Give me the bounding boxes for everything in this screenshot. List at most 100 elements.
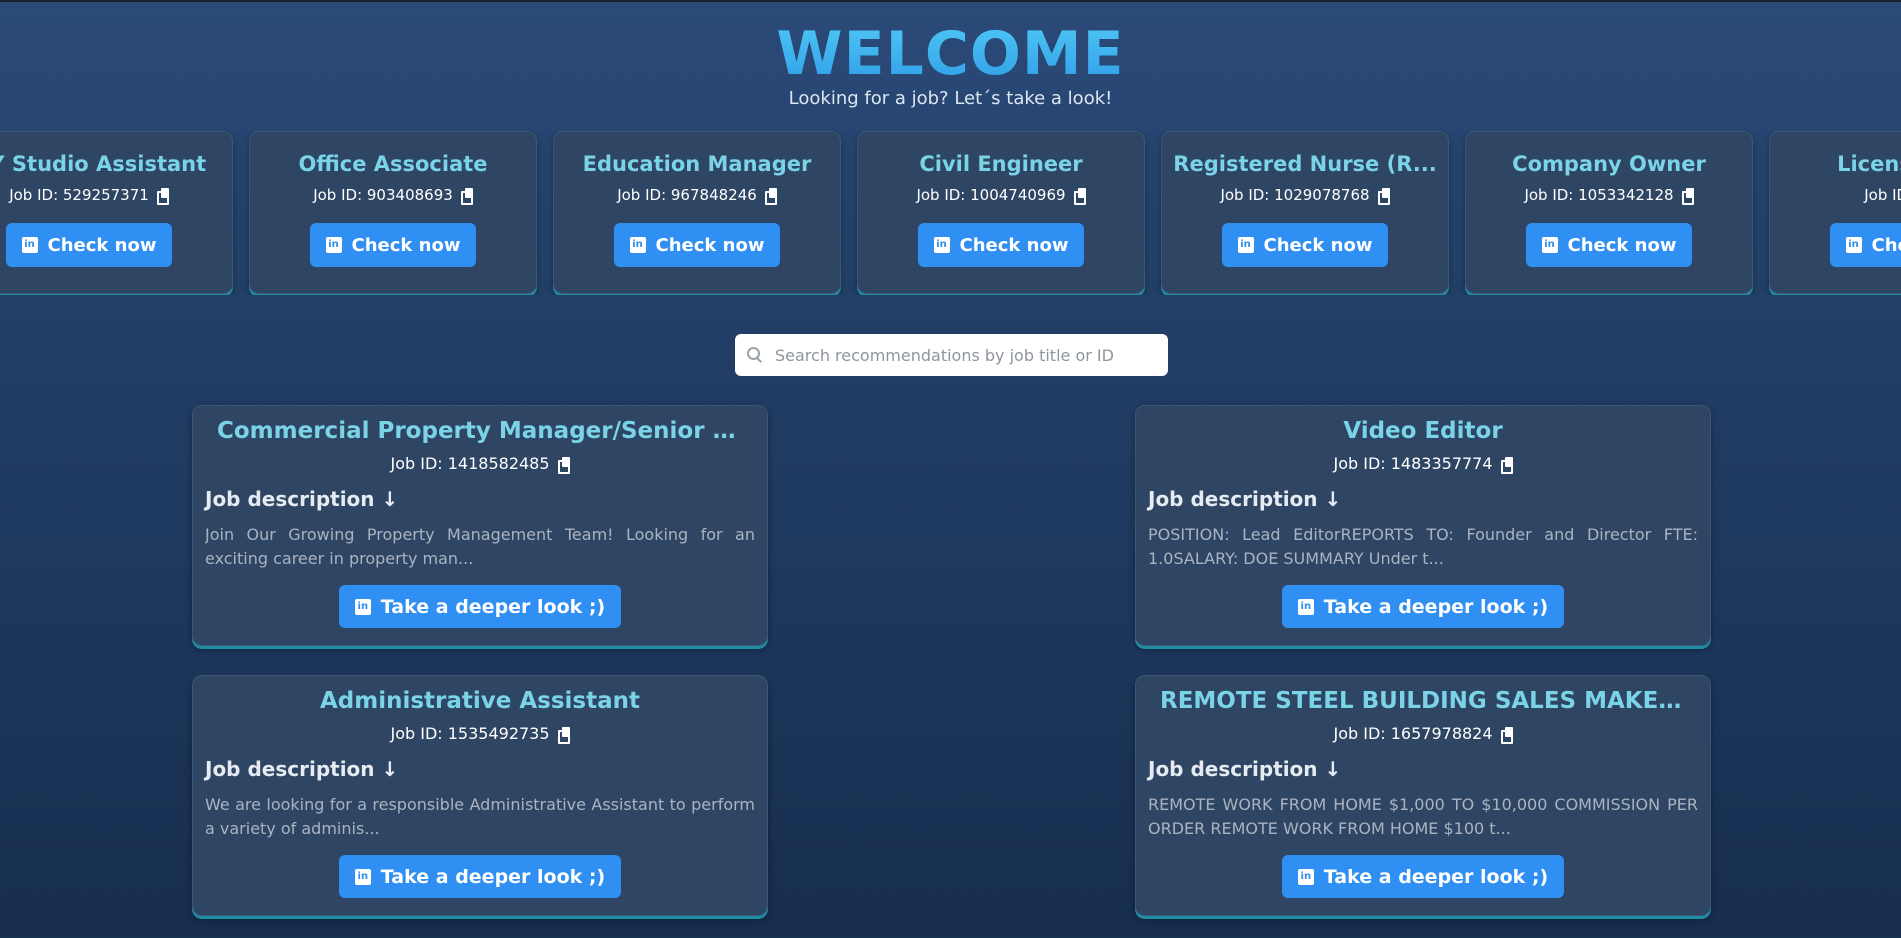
- check-now-label: Check now: [1263, 234, 1373, 256]
- recommendation-title: Administrative Assistant: [319, 688, 641, 714]
- copy-icon[interactable]: [1500, 456, 1513, 474]
- linkedin-icon: in: [325, 237, 342, 253]
- copy-icon[interactable]: [557, 726, 570, 744]
- deeper-look-label: Take a deeper look ;): [1323, 865, 1549, 888]
- job-description-text: Join Our Growing Property Management Tea…: [205, 525, 755, 568]
- carousel-card-title: Civil Engineer: [919, 152, 1083, 176]
- deeper-look-label: Take a deeper look ;): [380, 595, 606, 618]
- check-now-button[interactable]: in Check now: [5, 223, 173, 267]
- copy-icon[interactable]: [156, 188, 169, 205]
- check-now-button[interactable]: in Check now: [309, 223, 477, 267]
- job-description-heading: Job description ↓: [205, 757, 399, 781]
- check-now-label: Check now: [351, 234, 461, 256]
- job-id-text: Job ID: 529257371: [9, 186, 149, 204]
- carousel-card: Education Manager Job ID: 967848246 in Ch…: [553, 131, 841, 294]
- linkedin-icon: in: [1297, 868, 1314, 885]
- job-description-text: POSITION: Lead EditorREPORTS TO: Founder…: [1148, 525, 1698, 568]
- carousel-card-title: Office Associate: [298, 152, 488, 176]
- recommendation-card: REMOTE STEEL BUILDING SALES MAKE $1,0...…: [1135, 675, 1711, 916]
- copy-icon[interactable]: [1073, 188, 1086, 205]
- carousel-card-title: Company Owner: [1512, 152, 1706, 176]
- recommendation-card: Commercial Property Manager/Senior Pr...…: [192, 405, 768, 646]
- copy-icon[interactable]: [557, 456, 570, 474]
- job-description-heading: Job description ↓: [205, 487, 399, 511]
- page-header: WELCOME Looking for a job? Let´s take a …: [0, 2, 1901, 109]
- linkedin-icon: in: [21, 237, 38, 253]
- copy-icon[interactable]: [1681, 188, 1694, 205]
- carousel-card-title: Licensed R...: [1837, 152, 1901, 176]
- carousel-card: Civil Engineer Job ID: 1004740969 in Chec…: [857, 131, 1145, 294]
- carousel-card-title: Education Manager: [582, 152, 812, 176]
- deeper-look-label: Take a deeper look ;): [1323, 595, 1549, 618]
- check-now-label: Check now: [1567, 234, 1677, 256]
- check-now-button[interactable]: in Check now: [1221, 223, 1389, 267]
- carousel-card: Company Owner Job ID: 1053342128 in Check…: [1465, 131, 1753, 294]
- search-icon: [747, 347, 763, 363]
- recommendation-title: Commercial Property Manager/Senior Pr...: [217, 418, 755, 444]
- job-id-text: Job ID: 8...: [1864, 186, 1901, 204]
- job-description-heading: Job description ↓: [1148, 487, 1342, 511]
- recommendation-job-id: Job ID: 1535492735: [205, 724, 755, 744]
- recommendation-job-id: Job ID: 1418582485: [205, 454, 755, 474]
- carousel-card-job-id: Job ID: 1004740969: [858, 186, 1144, 205]
- deeper-look-button[interactable]: in Take a deeper look ;): [1281, 855, 1565, 898]
- linkedin-icon: in: [1237, 237, 1254, 253]
- deeper-look-button[interactable]: in Take a deeper look ;): [1281, 585, 1565, 628]
- check-now-button[interactable]: in Check now: [1829, 223, 1901, 267]
- carousel-card-job-id: Job ID: 903408693: [250, 186, 536, 205]
- search-input[interactable]: [775, 335, 1168, 375]
- copy-icon[interactable]: [1377, 188, 1390, 205]
- linkedin-icon: in: [1297, 598, 1314, 615]
- carousel-card-job-id: Job ID: 8...: [1770, 186, 1901, 204]
- job-id-text: Job ID: 1535492735: [390, 724, 550, 743]
- job-id-text: Job ID: 1418582485: [390, 454, 550, 473]
- job-id-text: Job ID: 1004740969: [916, 186, 1066, 204]
- job-id-text: Job ID: 1053342128: [1524, 186, 1674, 204]
- check-now-button[interactable]: in Check now: [1525, 223, 1693, 267]
- recommendation-card: Video Editor Job ID: 1483357774 Job desc…: [1135, 405, 1711, 646]
- carousel-card-job-id: Job ID: 967848246: [554, 186, 840, 205]
- check-now-label: Check now: [47, 234, 157, 256]
- recommendation-card: Administrative Assistant Job ID: 1535492…: [192, 675, 768, 916]
- recommendation-job-id: Job ID: 1483357774: [1148, 454, 1698, 474]
- job-id-text: Job ID: 967848246: [617, 186, 757, 204]
- check-now-label: Check now: [655, 234, 765, 256]
- carousel-card-job-id: Job ID: 1029078768: [1162, 186, 1448, 205]
- linkedin-icon: in: [354, 868, 371, 885]
- recommendation-title: REMOTE STEEL BUILDING SALES MAKE $1,0...: [1160, 688, 1698, 714]
- copy-icon[interactable]: [460, 188, 473, 205]
- carousel-card-title: Registered Nurse (R...: [1173, 152, 1437, 176]
- job-description-text: REMOTE WORK FROM HOME $1,000 TO $10,000 …: [1148, 795, 1698, 838]
- deeper-look-label: Take a deeper look ;): [380, 865, 606, 888]
- linkedin-icon: in: [933, 237, 950, 253]
- recommendation-title: Video Editor: [1343, 418, 1503, 444]
- check-now-button[interactable]: in Check now: [917, 223, 1085, 267]
- check-now-label: Check now: [1871, 234, 1901, 256]
- carousel-card-job-id: Job ID: 1053342128: [1466, 186, 1752, 205]
- job-carousel[interactable]: NY Studio Assistant Job ID: 529257371 in…: [0, 131, 1901, 295]
- job-id-text: Job ID: 1029078768: [1220, 186, 1370, 204]
- deeper-look-button[interactable]: in Take a deeper look ;): [338, 855, 622, 898]
- carousel-card-title: NY Studio Assistant: [0, 152, 207, 176]
- carousel-card: Registered Nurse (R... Job ID: 102907876…: [1161, 131, 1449, 294]
- check-now-label: Check now: [959, 234, 1069, 256]
- carousel-card: Office Associate Job ID: 903408693 in Che…: [249, 131, 537, 294]
- copy-icon[interactable]: [1500, 726, 1513, 744]
- deeper-look-button[interactable]: in Take a deeper look ;): [338, 585, 622, 628]
- carousel-card: NY Studio Assistant Job ID: 529257371 in…: [0, 131, 233, 294]
- job-description-heading: Job description ↓: [1148, 757, 1342, 781]
- linkedin-icon: in: [1541, 237, 1558, 253]
- job-id-text: Job ID: 1483357774: [1333, 454, 1493, 473]
- job-id-text: Job ID: 1657978824: [1333, 724, 1493, 743]
- carousel-track: NY Studio Assistant Job ID: 529257371 in…: [0, 131, 1901, 294]
- job-description-text: We are looking for a responsible Adminis…: [205, 795, 755, 838]
- linkedin-icon: in: [629, 237, 646, 253]
- page-title: WELCOME: [0, 20, 1901, 88]
- page-subtitle: Looking for a job? Let´s take a look!: [788, 88, 1113, 109]
- linkedin-icon: in: [1845, 237, 1862, 253]
- carousel-card-job-id: Job ID: 529257371: [0, 186, 232, 205]
- linkedin-icon: in: [354, 598, 371, 615]
- copy-icon[interactable]: [764, 188, 777, 205]
- check-now-button[interactable]: in Check now: [613, 223, 781, 267]
- recommendation-job-id: Job ID: 1657978824: [1148, 724, 1698, 744]
